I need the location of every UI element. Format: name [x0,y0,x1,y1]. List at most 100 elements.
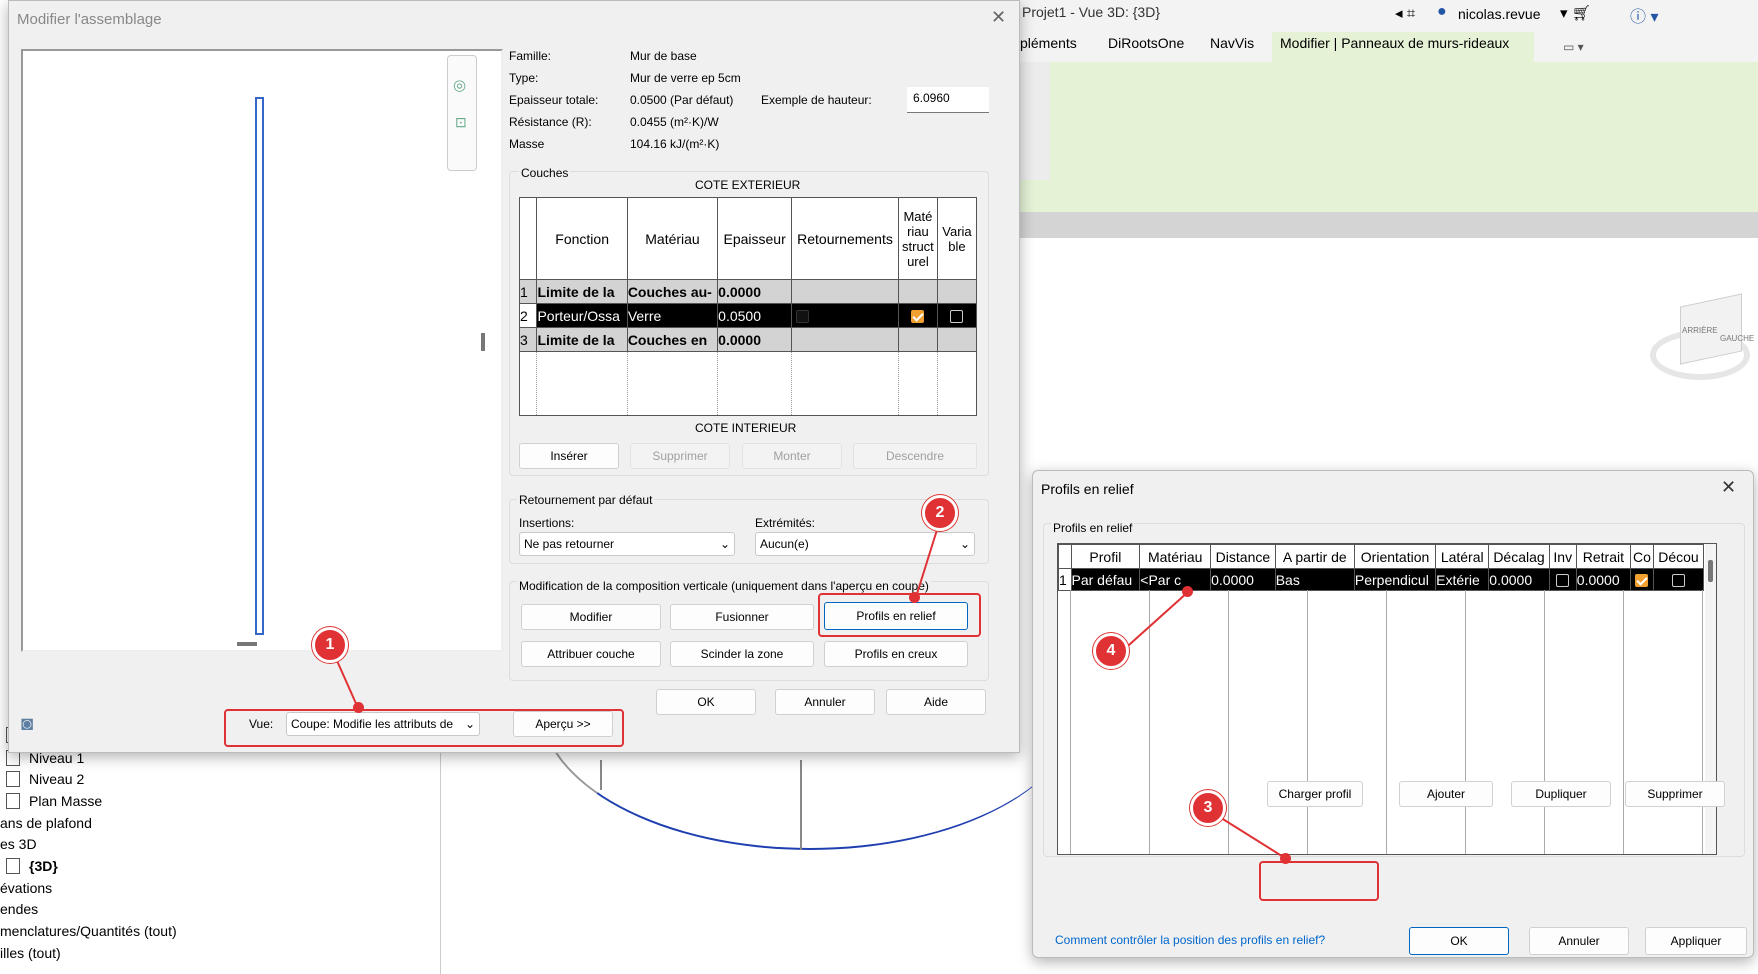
row-epaisseur[interactable]: 0.0000 [717,279,793,304]
row-materiau[interactable]: Couches en [626,327,719,352]
charger-profil-button[interactable]: Charger profil [1267,781,1363,807]
tree-item-3d[interactable]: {3D} [29,858,58,874]
hauteur-input[interactable]: 6.0960 [907,87,989,113]
chevron-down-icon: ⌄ [959,537,970,551]
scroll-handle-v[interactable] [481,333,485,351]
scinder-zone-button[interactable]: Scinder la zone [670,641,814,667]
row-structurel [897,279,938,304]
view-2d-icon[interactable]: ◙ [21,713,33,736]
user-icon[interactable]: ● [1437,3,1447,21]
tree-item-plafond[interactable]: ans de plafond [0,815,92,831]
extremites-select[interactable]: Aucun(e) ⌄ [755,532,975,556]
ok-button[interactable]: OK [656,689,756,715]
row-lateral[interactable]: Extérie [1435,568,1490,591]
row-materiau[interactable]: Couches au- [626,279,719,304]
col-co: Co [1629,544,1654,569]
assemblage-dialog: Modifier l'assemblage ✕ ◎ ⊡ ◙ Famille: M… [8,0,1020,753]
supprimer-button[interactable]: Supprimer [1625,781,1725,807]
highlight-charger-profil [1259,861,1379,901]
profils-table[interactable]: Profil Matériau Distance A partir de Ori… [1058,544,1705,591]
resistance-label: Résistance (R): [509,115,592,129]
scroll-handle-h[interactable] [237,642,257,646]
binoculars-icon[interactable]: ◂ ⌗ [1395,4,1415,22]
monter-button[interactable]: Monter [742,443,842,469]
row-apartir[interactable]: Bas [1274,568,1355,591]
couche-row-1[interactable]: 1 Limite de la Couches au- 0.0000 [518,279,978,304]
profil-row-1[interactable]: 1 Par défau <Par c 0.0000 Bas Perpendicu… [1058,568,1705,591]
row-distance[interactable]: 0.0000 [1210,568,1276,591]
tree-item-elevations[interactable]: évations [0,880,52,896]
row-fonction[interactable]: Limite de la [536,279,628,304]
appliquer-button[interactable]: Appliquer [1645,927,1747,955]
insertions-select[interactable]: Ne pas retourner ⌄ [519,532,735,556]
close-icon[interactable]: ✕ [991,7,1006,28]
descendre-button[interactable]: Descendre [853,443,977,469]
co-checkbox[interactable] [1635,574,1649,588]
ok-button[interactable]: OK [1409,927,1509,955]
row-fonction[interactable]: Limite de la [536,327,628,352]
ajouter-button[interactable]: Ajouter [1399,781,1493,807]
tab-dirootsone[interactable]: DiRootsOne [1108,35,1184,51]
row-epaisseur[interactable]: 0.0500 [717,303,793,328]
row-decalage[interactable]: 0.0000 [1488,568,1550,591]
couche-row-3[interactable]: 3 Limite de la Couches en 0.0000 [518,327,978,352]
zoom-2d-icon[interactable]: ◎ [453,76,466,94]
tree-item-plan-masse[interactable]: Plan Masse [29,793,102,809]
row-orientation[interactable]: Perpendicul [1353,568,1437,591]
insertions-label: Insertions: [519,516,575,530]
help-link[interactable]: Comment contrôler la position des profil… [1055,933,1325,947]
hauteur-label: Exemple de hauteur: [761,93,872,107]
row-materiau[interactable]: Verre [626,303,719,328]
row-fonction[interactable]: Porteur/Ossa [536,303,628,328]
empty-cell [626,351,719,416]
variable-checkbox[interactable] [950,310,964,324]
aide-button[interactable]: Aide [886,689,986,715]
tree-item-niveau2[interactable]: Niveau 2 [29,771,84,787]
zoom-region-icon[interactable]: ⊡ [455,114,467,131]
viewcube[interactable]: ARRIÈRE GAUCHE [1650,293,1754,380]
cart-icon[interactable]: ▾ 🛒︎ [1560,4,1591,22]
grid-scrollbar[interactable] [1705,544,1716,854]
dupliquer-button[interactable]: Dupliquer [1511,781,1611,807]
ribbon-options-icon[interactable]: ▭ ▾ [1563,40,1584,54]
tree-item-3d-group[interactable]: es 3D [0,836,37,852]
tab-modifier-panneaux[interactable]: Modifier | Panneaux de murs-rideaux [1280,35,1509,51]
highlight-profils-relief [818,593,981,637]
tree-item-feuilles[interactable]: illes (tout) [0,945,61,961]
close-icon[interactable]: ✕ [1721,477,1736,498]
annotation-dot-1 [353,702,364,713]
help-icon[interactable]: ⓘ ▾ [1630,3,1658,27]
tree-icon-niveau2 [6,771,20,787]
row-epaisseur[interactable]: 0.0000 [717,327,793,352]
couches-table[interactable]: Fonction Matériau Epaisseur Retournement… [518,197,978,416]
tree-item-nomenclatures[interactable]: menclatures/Quantités (tout) [0,923,177,939]
decou-checkbox[interactable] [1671,574,1685,588]
modifier-button[interactable]: Modifier [521,604,661,630]
user-name[interactable]: nicolas.revue [1458,6,1541,22]
row-variable [936,279,978,304]
couche-row-2[interactable]: 2 Porteur/Ossa Verre 0.0500 [518,303,978,328]
empty-cell [536,351,628,416]
tab-complements[interactable]: pléments [1020,35,1077,51]
supprimer-button[interactable]: Supprimer [630,443,730,469]
row-num: 1 [518,279,538,304]
profils-group-label: Profils en relief [1051,521,1135,535]
couches-label: Couches [519,166,571,180]
profils-en-creux-button[interactable]: Profils en creux [824,641,968,667]
row-materiau[interactable]: <Par c [1139,568,1212,591]
fusionner-button[interactable]: Fusionner [670,604,814,630]
row-num: 2 [518,303,538,328]
annuler-button[interactable]: Annuler [775,689,875,715]
retournement-checkbox[interactable] [796,310,810,324]
attribuer-couche-button[interactable]: Attribuer couche [521,641,661,667]
tree-item-legendes[interactable]: endes [0,901,38,917]
inserer-button[interactable]: Insérer [519,443,619,469]
scrollbar-thumb[interactable] [1708,560,1713,582]
structurel-checkbox[interactable] [911,310,925,324]
inv-checkbox[interactable] [1556,574,1570,588]
nav-bar[interactable]: ◎ ⊡ [447,55,477,171]
row-profil[interactable]: Par défau [1070,568,1141,591]
row-retrait[interactable]: 0.0000 [1575,568,1631,591]
annuler-button[interactable]: Annuler [1529,927,1629,955]
tab-navvis[interactable]: NavVis [1210,35,1254,51]
